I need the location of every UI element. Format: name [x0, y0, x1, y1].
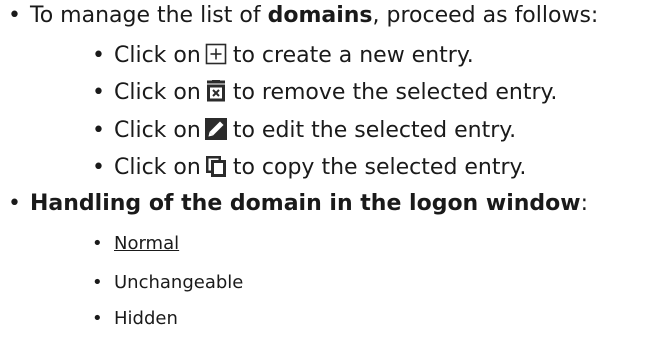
item-prefix: Click on — [114, 155, 201, 180]
item-prefix: Click on — [114, 80, 201, 105]
handling-heading: • Handling of the domain in the logon win… — [8, 193, 588, 215]
bullet: • — [92, 308, 103, 329]
bullet: • — [8, 3, 21, 28]
domains-term: domains — [267, 3, 373, 28]
bullet: • — [92, 155, 105, 180]
item-prefix: Click on — [114, 43, 201, 68]
bullet: • — [92, 80, 105, 105]
edit-entry-item: • Click on to edit the selected entry. — [92, 118, 516, 142]
delete-icon — [205, 80, 227, 102]
item-suffix: to edit the selected entry. — [232, 118, 517, 143]
create-entry-item: • Click on to create a new entry. — [92, 43, 474, 67]
item-suffix: to create a new entry. — [232, 43, 474, 68]
manage-domains-line: • To manage the list of domains, proceed … — [8, 5, 598, 27]
bullet: • — [8, 191, 21, 216]
item-suffix: to copy the selected entry. — [232, 155, 527, 180]
bullet: • — [92, 272, 103, 293]
plus-icon — [205, 43, 227, 65]
remove-entry-item: • Click on to remove the selected entry. — [92, 80, 557, 104]
option-hidden: • Hidden — [92, 310, 178, 328]
option-label-unchangeable: Unchangeable — [114, 272, 244, 293]
option-unchangeable: • Unchangeable — [92, 274, 243, 292]
intro-prefix: To manage the list of — [30, 3, 268, 28]
option-label-normal: Normal — [114, 233, 180, 254]
handling-heading-text: Handling of the domain in the logon wind… — [30, 191, 581, 216]
copy-icon — [205, 155, 227, 177]
edit-icon — [204, 118, 227, 140]
copy-entry-item: • Click on to copy the selected entry. — [92, 155, 526, 179]
handling-heading-suffix: : — [580, 191, 589, 216]
bullet: • — [92, 118, 105, 143]
bullet: • — [92, 233, 103, 254]
item-prefix: Click on — [114, 118, 201, 143]
option-label-hidden: Hidden — [114, 308, 178, 329]
intro-suffix: , proceed as follows: — [372, 3, 599, 28]
option-normal: • Normal — [92, 235, 179, 253]
document-body: • To manage the list of domains, proceed … — [0, 0, 663, 338]
bullet: • — [92, 43, 105, 68]
item-suffix: to remove the selected entry. — [232, 80, 558, 105]
